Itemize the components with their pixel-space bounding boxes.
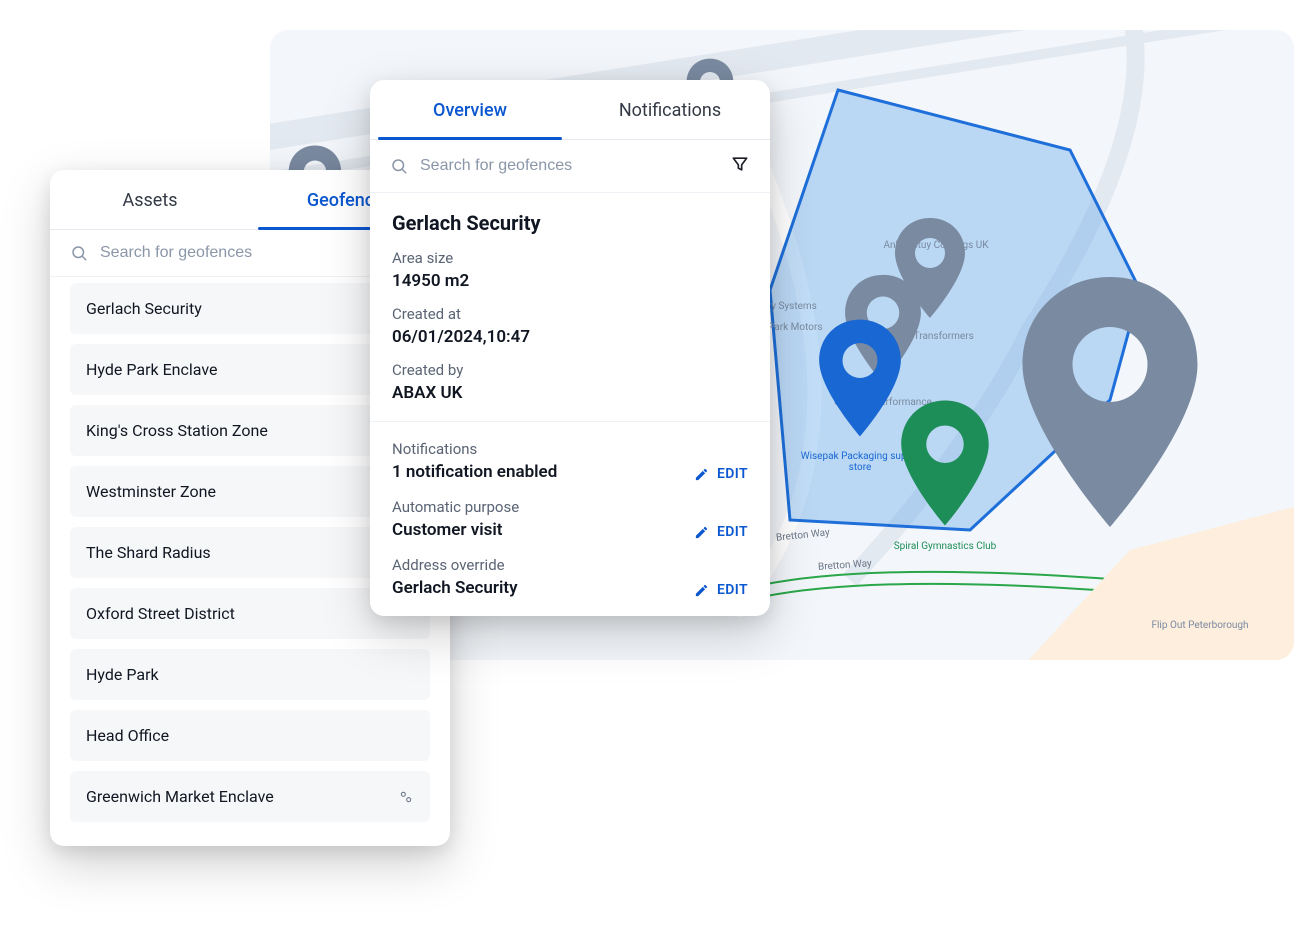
geofence-title: Gerlach Security bbox=[392, 211, 748, 235]
edit-purpose-button[interactable]: EDIT bbox=[694, 524, 748, 540]
notifications-row: Notifications 1 notification enabled EDI… bbox=[392, 440, 748, 482]
geofence-item[interactable]: Greenwich Market Enclave bbox=[70, 771, 430, 822]
detail-settings: Notifications 1 notification enabled EDI… bbox=[370, 421, 770, 616]
geofence-item-label: Head Office bbox=[86, 726, 169, 745]
created-at-value: 06/01/2024,10:47 bbox=[392, 327, 748, 347]
purpose-label: Automatic purpose bbox=[392, 498, 694, 516]
geofence-item-label: Hyde Park bbox=[86, 665, 159, 684]
map-poi[interactable]: Flip Out Peterborough bbox=[1140, 620, 1260, 631]
geofence-item-label: Hyde Park Enclave bbox=[86, 360, 217, 379]
search-icon bbox=[390, 157, 408, 175]
map-poi[interactable]: Spiral Gymnastics Club bbox=[870, 388, 1020, 552]
map-poi-label: Spiral Gymnastics Club bbox=[894, 541, 997, 552]
tab-notifications[interactable]: Notifications bbox=[570, 80, 770, 139]
address-label: Address override bbox=[392, 556, 694, 574]
purpose-value: Customer visit bbox=[392, 520, 694, 540]
edit-label: EDIT bbox=[717, 524, 748, 540]
geofence-item-label: Greenwich Market Enclave bbox=[86, 787, 274, 806]
edit-address-button[interactable]: EDIT bbox=[694, 582, 748, 598]
filter-button[interactable] bbox=[730, 154, 750, 178]
map-poi-label: Anker Stuy Coatings UK bbox=[883, 240, 988, 251]
geofence-item-label: Oxford Street District bbox=[86, 604, 235, 623]
map-poi-label: Flip Out Peterborough bbox=[1151, 620, 1248, 631]
map-poi[interactable]: Anker Stuy Coatings UK bbox=[866, 240, 1006, 251]
geofence-item-label: Westminster Zone bbox=[86, 482, 216, 501]
created-by-value: ABAX UK bbox=[392, 383, 748, 403]
search-input[interactable] bbox=[420, 157, 718, 175]
detail-summary: Gerlach Security Area size 14950 m2 Crea… bbox=[370, 193, 770, 421]
geofence-item[interactable]: Head Office bbox=[70, 710, 430, 761]
created-by-label: Created by bbox=[392, 361, 748, 379]
edit-label: EDIT bbox=[717, 582, 748, 598]
search-icon bbox=[70, 244, 88, 262]
tab-assets[interactable]: Assets bbox=[50, 170, 250, 229]
notifications-label: Notifications bbox=[392, 440, 694, 458]
search-row bbox=[370, 140, 770, 193]
tab-overview[interactable]: Overview bbox=[370, 80, 570, 139]
pencil-icon bbox=[694, 583, 709, 598]
geofence-item-label: Gerlach Security bbox=[86, 299, 202, 318]
geofence-item[interactable]: Hyde Park bbox=[70, 649, 430, 700]
map-pin-icon bbox=[870, 388, 1020, 538]
created-at-label: Created at bbox=[392, 305, 748, 323]
area-size-value: 14950 m2 bbox=[392, 271, 748, 291]
pencil-icon bbox=[694, 467, 709, 482]
geofence-item-label: King's Cross Station Zone bbox=[86, 421, 268, 440]
filter-icon bbox=[730, 154, 750, 174]
panel-detail-tabs: Overview Notifications bbox=[370, 80, 770, 140]
geofence-item-label: The Shard Radius bbox=[86, 543, 211, 562]
notifications-value: 1 notification enabled bbox=[392, 462, 694, 482]
map-poi-fragment: ty Systems bbox=[768, 301, 817, 312]
pencil-icon bbox=[694, 525, 709, 540]
geofence-detail-panel: Overview Notifications Gerlach Security … bbox=[370, 80, 770, 616]
area-size-label: Area size bbox=[392, 249, 748, 267]
map-poi-fragment: Park Motors bbox=[768, 322, 823, 333]
address-value: Gerlach Security bbox=[392, 578, 694, 598]
edit-label: EDIT bbox=[717, 466, 748, 482]
waypoints-icon bbox=[398, 789, 414, 805]
purpose-row: Automatic purpose Customer visit EDIT bbox=[392, 498, 748, 540]
address-row: Address override Gerlach Security EDIT bbox=[392, 556, 748, 598]
edit-notifications-button[interactable]: EDIT bbox=[694, 466, 748, 482]
